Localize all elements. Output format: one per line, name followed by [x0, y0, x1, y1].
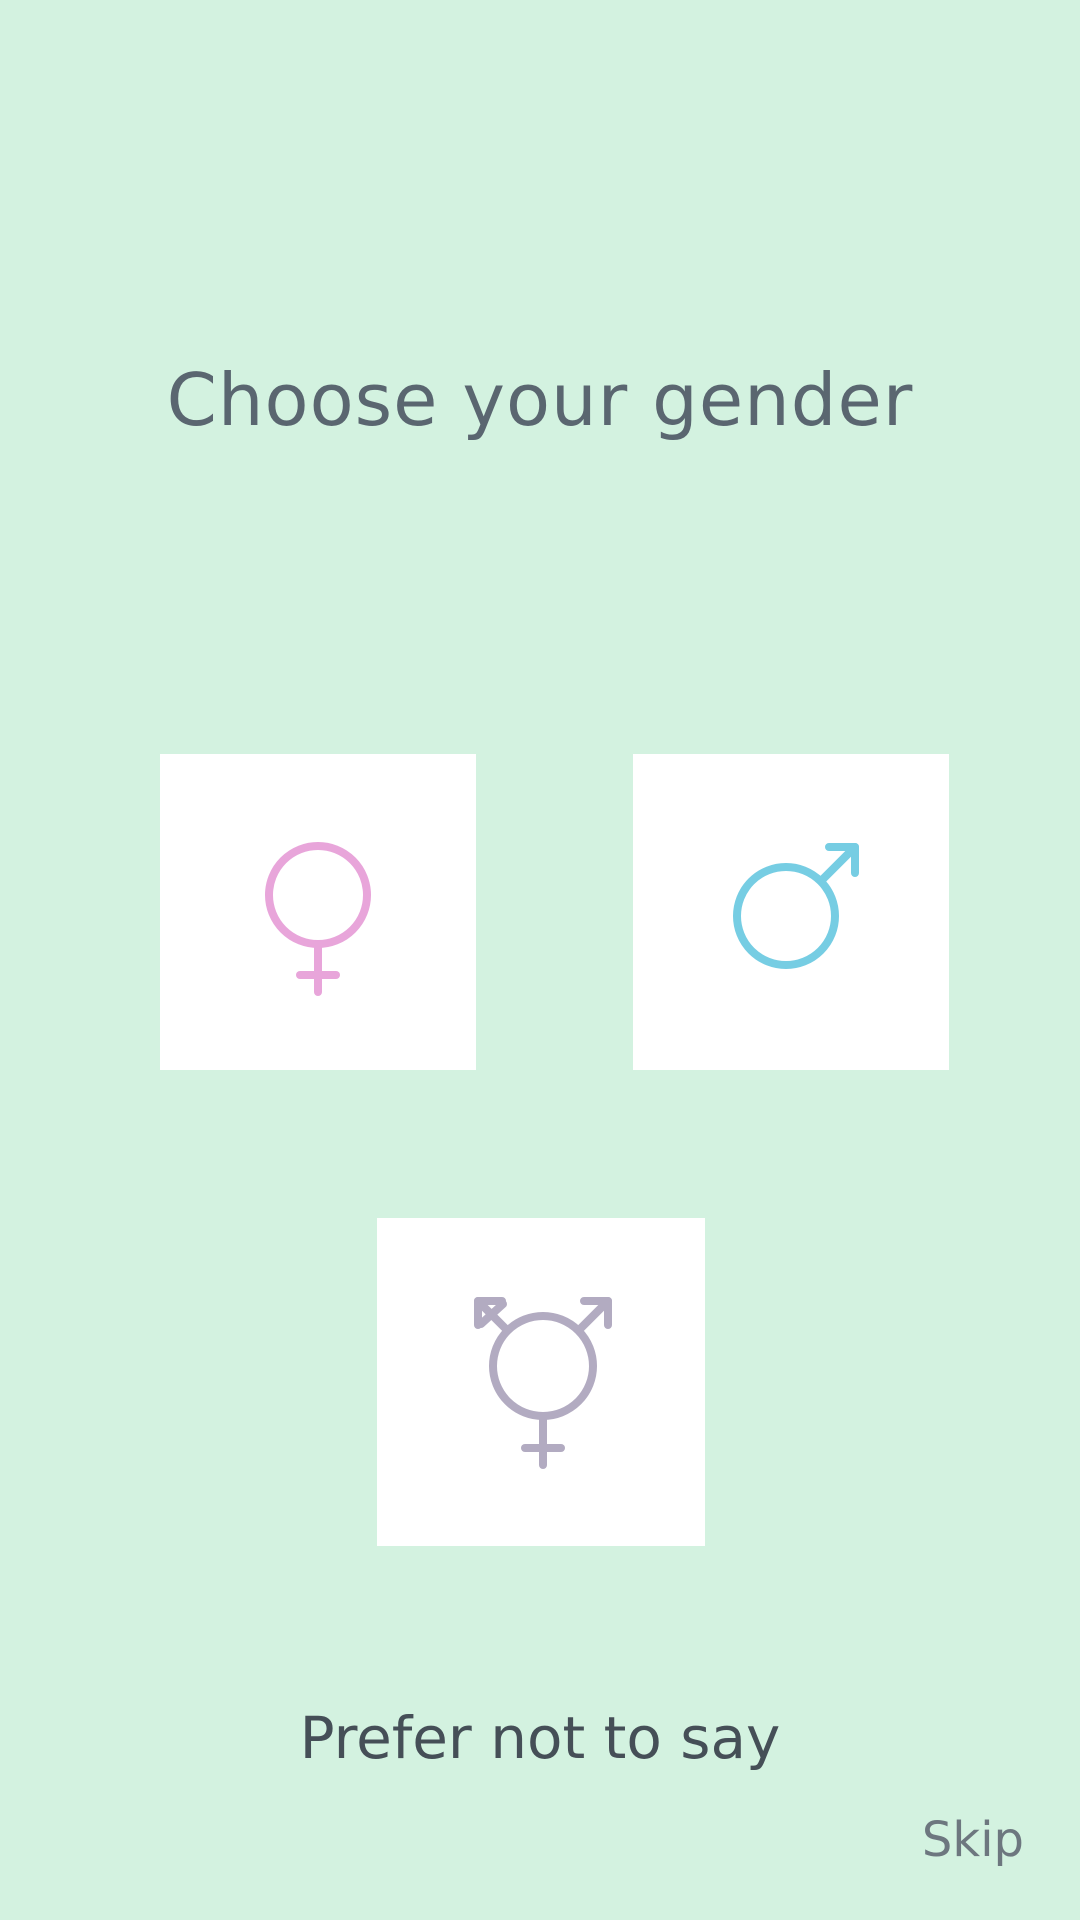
page-title: Choose your gender	[166, 358, 914, 442]
prefer-not-to-say-button[interactable]: Prefer not to say	[0, 1698, 1080, 1778]
skip-button[interactable]: Skip	[922, 1810, 1024, 1870]
transgender-symbol-icon	[474, 1297, 612, 1469]
other-gender-option-card[interactable]	[377, 1218, 705, 1546]
gender-selection-screen: Choose your gender Prefer not to say Ski…	[0, 0, 1080, 1920]
female-option-card[interactable]	[160, 754, 476, 1070]
male-symbol-icon	[733, 843, 859, 969]
female-symbol-icon	[265, 842, 371, 996]
male-option-card[interactable]	[633, 754, 949, 1070]
